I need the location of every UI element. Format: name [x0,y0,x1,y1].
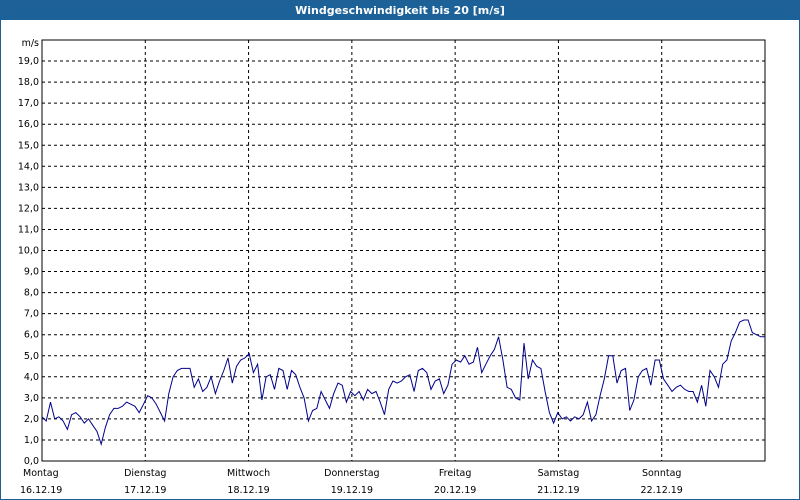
x-tick-date-label: 20.12.19 [434,485,476,496]
y-tick-label: 11,0 [18,224,39,235]
y-tick-label: 7,0 [24,309,39,320]
x-tick-day-label: Dienstag [124,468,166,479]
y-tick-label: 12,0 [18,203,39,214]
y-tick-label: 8,0 [24,288,39,299]
x-tick-date-label: 18.12.19 [227,485,269,496]
y-tick-label: 5,0 [24,351,39,362]
y-axis-label: m/s [22,38,39,49]
chart-window: Windgeschwindigkeit bis 20 [m/s] 0,0 1,0 2… [0,0,800,500]
y-tick-label: 15,0 [18,140,39,151]
x-tick-date-label: 21.12.19 [537,485,579,496]
x-tick-date-label: 16.12.19 [20,485,62,496]
x-tick-date-label: 17.12.19 [124,485,166,496]
y-tick-label: 19,0 [18,56,39,67]
x-tick-date-label: 22.12.19 [641,485,683,496]
y-tick-label: 0,0 [24,456,39,467]
wind-speed-chart: 0,0 1,0 2,0 3,0 4,0 5,0 6,0 7,0 8,0 9,0 10,0 11,0 12… [18,38,766,496]
x-tick-day-label: Mittwoch [227,468,270,479]
x-tick-day-label: Donnerstag [324,468,379,479]
window-title: Windgeschwindigkeit bis 20 [m/s] [1,1,799,20]
y-tick-label: 3,0 [24,393,39,404]
y-tick-label: 18,0 [18,77,39,88]
y-tick-label: 14,0 [18,161,39,172]
x-tick-date-label: 19.12.19 [331,485,373,496]
y-tick-label: 17,0 [18,98,39,109]
x-tick-day-label: Sonntag [642,468,681,479]
y-tick-label: 9,0 [24,267,39,278]
y-tick-label: 4,0 [24,372,39,383]
y-tick-label: 10,0 [18,246,39,257]
y-tick-label: 16,0 [18,119,39,130]
y-tick-label: 13,0 [18,182,39,193]
y-tick-label: 6,0 [24,330,39,341]
x-tick-day-label: Freitag [439,468,472,479]
x-tick-day-label: Montag [23,468,59,479]
y-tick-label: 1,0 [24,435,39,446]
y-tick-label: 2,0 [24,414,39,425]
x-tick-day-label: Samstag [538,468,580,479]
